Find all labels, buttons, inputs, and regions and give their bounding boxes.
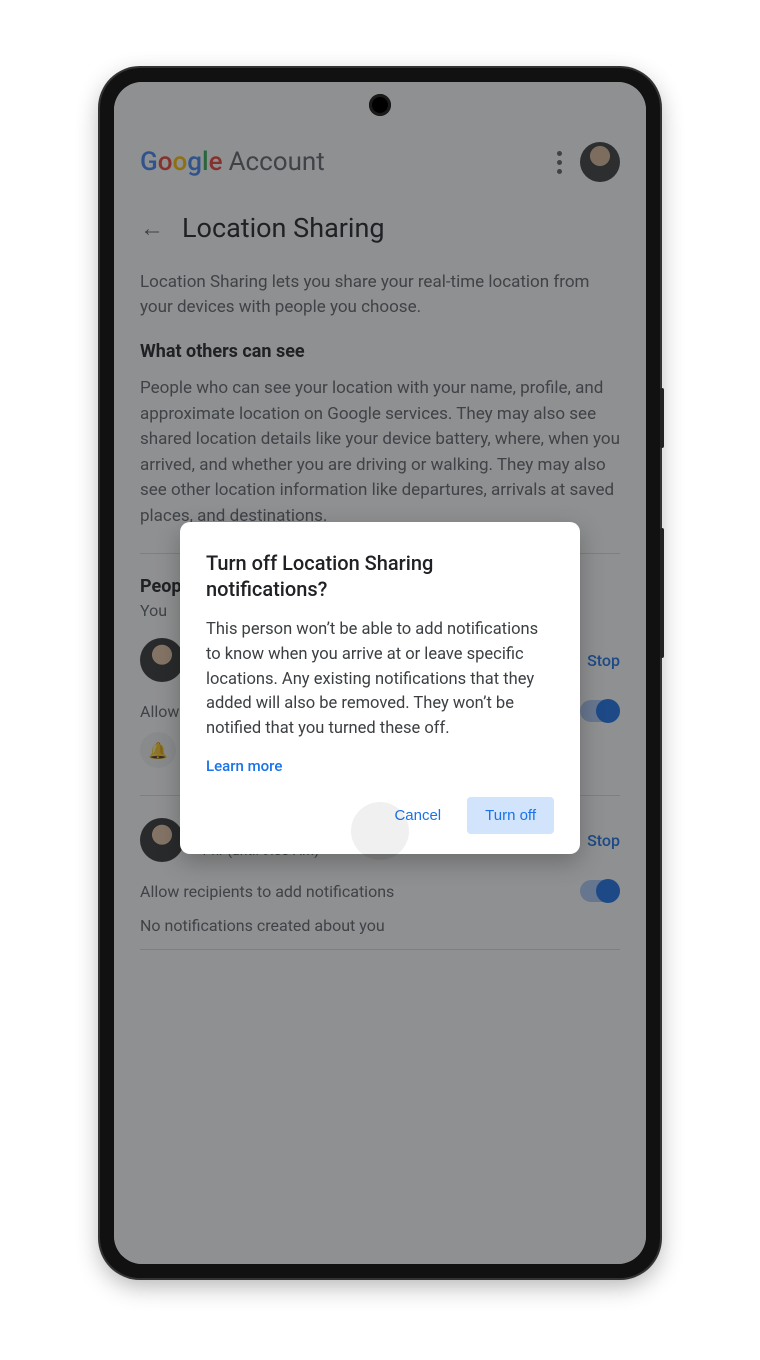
front-camera: [369, 94, 391, 116]
touch-indicator-icon: [351, 802, 409, 860]
dialog-title: Turn off Location Sharing notifications?: [206, 550, 554, 602]
phone-frame: Google Account ← Location Sharing Locati…: [100, 68, 660, 1278]
confirm-dialog: Turn off Location Sharing notifications?…: [180, 522, 580, 854]
learn-more-link[interactable]: Learn more: [206, 757, 282, 775]
hw-button-large: [660, 528, 664, 658]
hw-button-small: [660, 388, 664, 448]
screen: Google Account ← Location Sharing Locati…: [114, 82, 646, 1264]
dialog-body: This person won’t be able to add notific…: [206, 618, 554, 742]
turn-off-button[interactable]: Turn off: [467, 797, 554, 834]
